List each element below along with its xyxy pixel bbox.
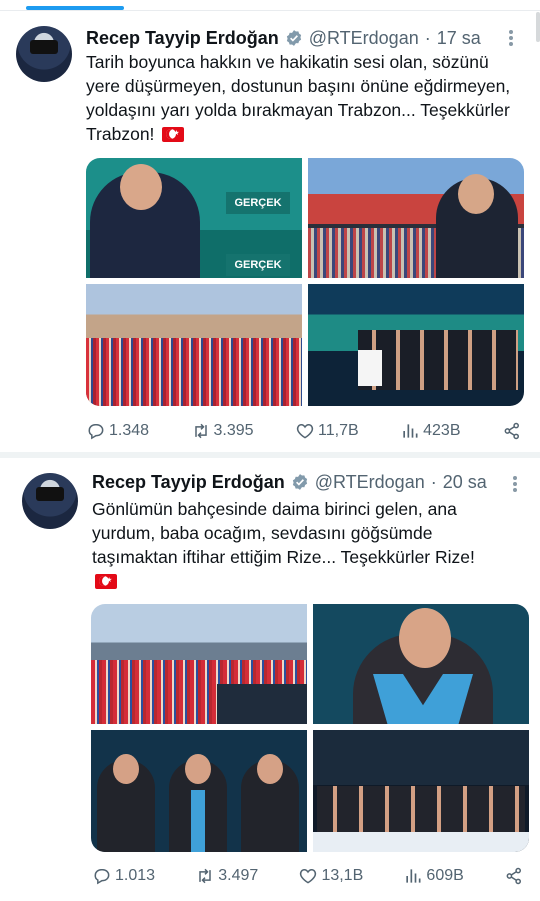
- like-count: 13,1B: [321, 867, 364, 884]
- repost-count: 3.497: [218, 867, 259, 884]
- person-figure: [169, 754, 227, 852]
- tweet-text: Gönlümün bahçesinde daima birinci gelen,…: [92, 497, 522, 593]
- like-icon: [296, 423, 314, 439]
- share-icon: [504, 422, 519, 440]
- photo-1[interactable]: GERÇEK GERÇEK: [86, 158, 302, 278]
- repost-button[interactable]: 3.395: [191, 421, 254, 441]
- repost-count: 3.395: [213, 422, 254, 439]
- person-figure: [97, 754, 155, 852]
- tweet-body: Tarih boyunca hakkın ve hakikatin sesi o…: [86, 52, 511, 144]
- timestamp[interactable]: 20 sa: [443, 472, 487, 493]
- tweet[interactable]: Recep Tayyip Erdoğan @RTErdogan · 20 sa …: [0, 458, 540, 901]
- turkey-flag-icon: [162, 127, 185, 142]
- photo-1[interactable]: [91, 604, 307, 724]
- tweet-actions: 1.013 3.497 13,1B 609B: [92, 863, 524, 889]
- views-icon: [406, 869, 421, 883]
- tweet-text: Tarih boyunca hakkın ve hakikatin sesi o…: [86, 50, 522, 146]
- reply-icon: [94, 869, 110, 885]
- views-button[interactable]: 609B: [403, 866, 464, 886]
- views-button[interactable]: 423B: [400, 421, 461, 441]
- views-count: 609B: [426, 867, 464, 884]
- tweet[interactable]: Recep Tayyip Erdoğan @RTErdogan · 17 sa …: [0, 14, 540, 452]
- photo-3[interactable]: [91, 730, 307, 852]
- crowd: [86, 338, 302, 406]
- tweet-header: Recep Tayyip Erdoğan @RTErdogan · 20 sa: [92, 470, 524, 494]
- reply-count: 1.013: [115, 867, 156, 884]
- verified-badge-icon: [286, 30, 301, 46]
- like-count: 11,7B: [318, 422, 359, 439]
- photo-gallery: [91, 604, 529, 852]
- photo-4[interactable]: [308, 284, 524, 406]
- share-icon: [506, 867, 521, 885]
- turkey-flag-icon: [95, 574, 117, 589]
- share-button[interactable]: [504, 866, 524, 886]
- reply-count: 1.348: [109, 422, 150, 439]
- views-count: 423B: [423, 422, 461, 439]
- like-button[interactable]: 11,7B: [295, 421, 359, 441]
- author-name[interactable]: Recep Tayyip Erdoğan: [86, 28, 279, 49]
- repost-icon: [199, 868, 211, 884]
- stage-sign: GERÇEK: [226, 192, 290, 214]
- top-divider: [0, 10, 540, 11]
- like-button[interactable]: 13,1B: [298, 866, 363, 886]
- avatar[interactable]: [16, 26, 72, 82]
- repost-button[interactable]: 3.497: [195, 866, 258, 886]
- reply-icon: [88, 424, 104, 440]
- verified-badge-icon: [292, 474, 307, 490]
- stage-sign: GERÇEK: [226, 254, 290, 276]
- like-icon: [300, 868, 317, 884]
- tweet-header: Recep Tayyip Erdoğan @RTErdogan · 17 sa: [86, 26, 524, 50]
- reply-button[interactable]: 1.348: [86, 421, 149, 441]
- views-icon: [403, 424, 418, 438]
- more-options-icon[interactable]: [506, 474, 524, 494]
- author-handle[interactable]: @RTErdogan: [309, 28, 419, 49]
- author-name[interactable]: Recep Tayyip Erdoğan: [92, 472, 285, 493]
- tweet-body: Gönlümün bahçesinde daima birinci gelen,…: [92, 499, 475, 567]
- reply-button[interactable]: 1.013: [92, 866, 155, 886]
- photo-2[interactable]: [313, 604, 529, 724]
- avatar[interactable]: [22, 473, 78, 529]
- timestamp[interactable]: 17 sa: [437, 28, 481, 49]
- author-handle[interactable]: @RTErdogan: [315, 472, 425, 493]
- photo-2[interactable]: [308, 158, 524, 278]
- person-figure: [241, 754, 299, 852]
- photo-3[interactable]: [86, 284, 302, 406]
- group-of-people: [317, 786, 525, 832]
- podium: [358, 350, 382, 386]
- photo-4[interactable]: [313, 730, 529, 852]
- banner: [313, 832, 529, 852]
- tweet-actions: 1.348 3.395 11,7B 423B: [86, 418, 522, 444]
- repost-icon: [194, 423, 207, 439]
- group-of-people: [358, 330, 518, 390]
- separator-dot: ·: [430, 471, 437, 492]
- separator-dot: ·: [424, 27, 431, 48]
- stage: [217, 684, 307, 724]
- more-options-icon[interactable]: [502, 28, 520, 48]
- speaker-figure: [90, 164, 200, 278]
- speaker-figure: [436, 174, 518, 278]
- photo-gallery: GERÇEK GERÇEK: [86, 158, 524, 406]
- share-button[interactable]: [502, 421, 522, 441]
